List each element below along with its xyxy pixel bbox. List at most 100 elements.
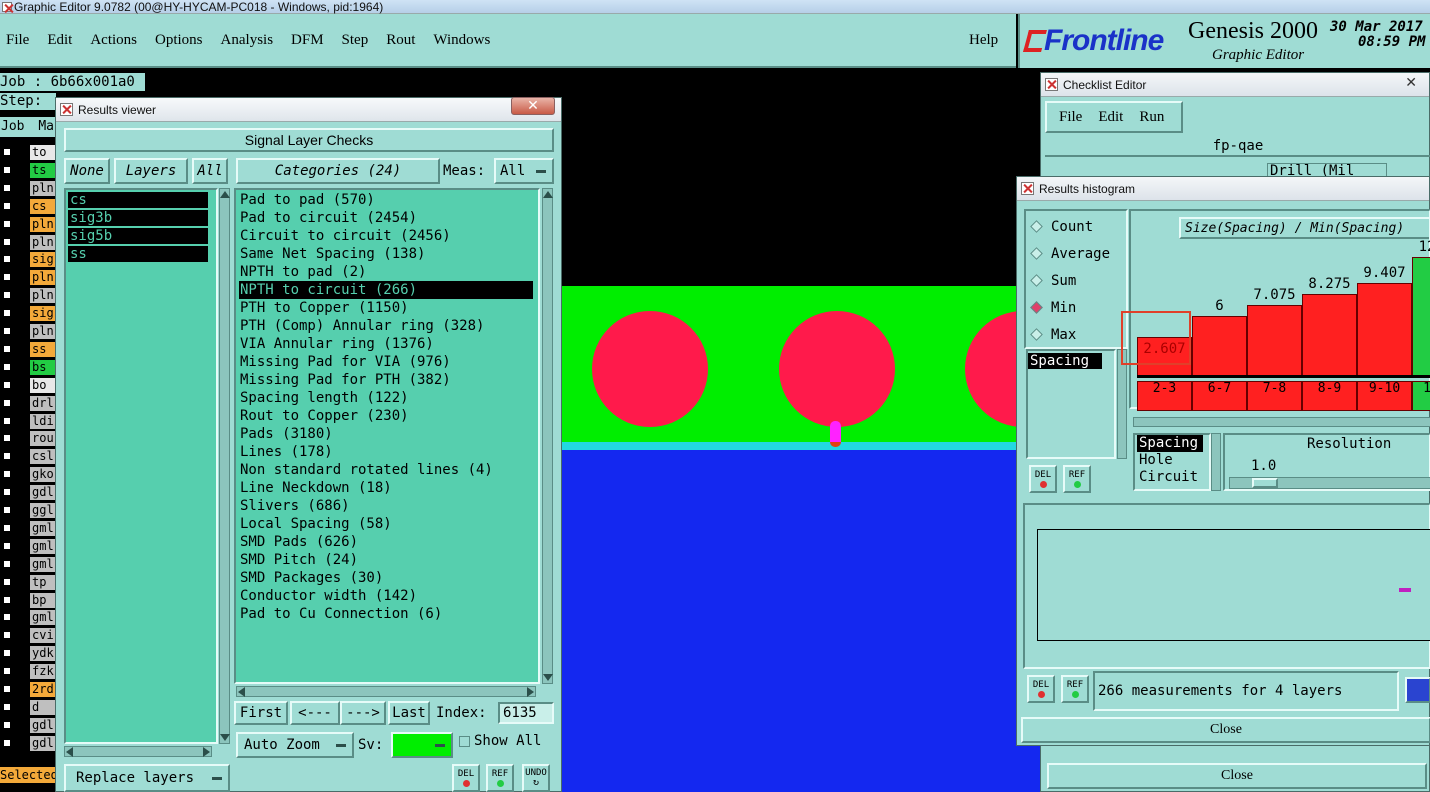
- job-layer-row[interactable]: cvi: [0, 627, 56, 645]
- checklist-menu-file[interactable]: File: [1059, 109, 1082, 126]
- job-layer-row[interactable]: fzk: [0, 663, 56, 681]
- histogram-bar[interactable]: [1302, 294, 1357, 375]
- job-layer-row[interactable]: gdl: [0, 717, 56, 735]
- layer-checkbox[interactable]: [2, 737, 12, 748]
- histogram-del-button[interactable]: DEL: [1029, 465, 1057, 493]
- layer-checkbox[interactable]: [2, 272, 12, 283]
- menu-step[interactable]: Step: [342, 32, 369, 49]
- measurement-marker[interactable]: [830, 421, 841, 447]
- layer-checkbox[interactable]: [2, 326, 12, 336]
- measure-list[interactable]: Spacing: [1026, 349, 1116, 459]
- category-item[interactable]: VIA Annular ring (1376): [239, 335, 533, 353]
- job-layer-row[interactable]: ldi: [0, 413, 56, 431]
- job-layer-row[interactable]: sig: [0, 305, 56, 323]
- layer-checkbox[interactable]: [2, 594, 12, 605]
- scroll-down-icon[interactable]: [543, 674, 553, 681]
- auto-zoom-dropdown[interactable]: Auto Zoom: [236, 732, 354, 758]
- job-layer-row[interactable]: gdl: [0, 484, 56, 502]
- category-list-scrollbar[interactable]: [542, 188, 553, 684]
- sv-color-dropdown[interactable]: [391, 732, 453, 758]
- job-layer-row[interactable]: drl: [0, 395, 56, 413]
- layer-checkbox[interactable]: [2, 719, 12, 730]
- job-layer-row[interactable]: 2rd: [0, 681, 56, 699]
- replace-layers-dropdown[interactable]: Replace layers: [64, 764, 230, 792]
- layer-checkbox[interactable]: [2, 505, 12, 515]
- category-item[interactable]: NPTH to circuit (266): [239, 281, 533, 299]
- histogram-bar[interactable]: [1247, 305, 1302, 375]
- layer-checkbox[interactable]: [2, 666, 12, 677]
- histogram-close-button[interactable]: Close: [1021, 717, 1430, 743]
- job-layer-row[interactable]: pln: [0, 323, 56, 341]
- category-item[interactable]: Conductor width (142): [239, 587, 533, 605]
- categories-header[interactable]: Categories (24): [236, 158, 440, 184]
- job-layer-row[interactable]: ydk: [0, 645, 56, 663]
- job-layer-row[interactable]: gml: [0, 538, 56, 556]
- layer-checkbox[interactable]: [2, 361, 12, 372]
- layer-checkbox[interactable]: [2, 630, 12, 641]
- type-hole[interactable]: Hole: [1137, 452, 1209, 469]
- scroll-left-icon[interactable]: [238, 687, 245, 697]
- histogram-bar[interactable]: [1192, 316, 1247, 375]
- pad-circle[interactable]: [592, 311, 708, 427]
- job-layer-row[interactable]: gko: [0, 466, 56, 484]
- footer-del-button[interactable]: DEL: [1027, 675, 1055, 703]
- histogram-bar[interactable]: [1412, 257, 1430, 375]
- index-input[interactable]: 6135: [498, 702, 554, 724]
- layer-checkbox[interactable]: [2, 487, 12, 498]
- job-layer-row[interactable]: bs: [0, 359, 56, 377]
- scroll-right-icon[interactable]: [527, 687, 534, 697]
- job-layer-row[interactable]: pln: [0, 234, 56, 252]
- layer-checkbox[interactable]: [2, 522, 12, 533]
- job-layer-row[interactable]: ggl: [0, 502, 56, 520]
- layer-checkbox[interactable]: [2, 612, 12, 623]
- layer-checkbox[interactable]: [2, 308, 12, 319]
- job-layer-row[interactable]: rou: [0, 430, 56, 448]
- prev-button[interactable]: <---: [290, 701, 340, 725]
- measure-list-item[interactable]: Spacing: [1028, 353, 1102, 369]
- graphic-canvas[interactable]: [560, 70, 1040, 792]
- footer-ref-button[interactable]: REF: [1061, 675, 1089, 703]
- layer-checkbox[interactable]: [2, 540, 12, 551]
- menu-edit[interactable]: Edit: [47, 32, 72, 49]
- job-layer-row[interactable]: pln: [0, 216, 56, 234]
- layer-checkbox[interactable]: [2, 451, 12, 462]
- print-icon[interactable]: [1405, 677, 1430, 703]
- scroll-left-icon[interactable]: [66, 747, 73, 757]
- job-layer-row[interactable]: pln: [0, 180, 56, 198]
- option-min[interactable]: Min: [1026, 294, 1126, 321]
- menu-rout[interactable]: Rout: [386, 32, 415, 49]
- category-item[interactable]: SMD Packages (30): [239, 569, 533, 587]
- job-layer-row[interactable]: gml: [0, 556, 56, 574]
- scroll-up-icon[interactable]: [543, 191, 553, 198]
- close-icon[interactable]: ✕: [1405, 74, 1417, 91]
- category-item[interactable]: Local Spacing (58): [239, 515, 533, 533]
- measure-list-scrollbar[interactable]: [1117, 349, 1127, 459]
- undo-button[interactable]: UNDO ↻: [522, 764, 550, 792]
- option-count[interactable]: Count: [1026, 213, 1126, 240]
- job-layer-row[interactable]: csl: [0, 448, 56, 466]
- option-max[interactable]: Max: [1026, 321, 1126, 348]
- layer-checkbox[interactable]: [2, 343, 12, 354]
- type-list-scrollbar[interactable]: [1211, 433, 1221, 491]
- histogram-bar[interactable]: [1357, 283, 1412, 375]
- job-layer-row[interactable]: ss: [0, 341, 56, 359]
- all-layers-button[interactable]: All: [192, 158, 228, 184]
- category-item[interactable]: Lines (178): [239, 443, 533, 461]
- layer-item-cs[interactable]: cs: [68, 192, 208, 208]
- job-layer-row[interactable]: tp: [0, 574, 56, 592]
- category-item[interactable]: PTH (Comp) Annular ring (328): [239, 317, 533, 335]
- category-item[interactable]: Spacing length (122): [239, 389, 533, 407]
- meas-dropdown[interactable]: All: [494, 158, 554, 184]
- category-item[interactable]: SMD Pads (626): [239, 533, 533, 551]
- show-all-checkbox[interactable]: [459, 736, 470, 747]
- category-item[interactable]: Pad to circuit (2454): [239, 209, 533, 227]
- layer-checkbox[interactable]: [2, 397, 12, 408]
- category-item[interactable]: Slivers (686): [239, 497, 533, 515]
- category-item[interactable]: Same Net Spacing (138): [239, 245, 533, 263]
- checklist-close-button[interactable]: Close: [1047, 763, 1427, 789]
- category-item[interactable]: Rout to Copper (230): [239, 407, 533, 425]
- slider-thumb[interactable]: [1252, 478, 1278, 488]
- layer-checkbox[interactable]: [2, 469, 12, 480]
- menu-help[interactable]: Help: [969, 32, 998, 49]
- job-layer-row[interactable]: ts: [0, 162, 56, 180]
